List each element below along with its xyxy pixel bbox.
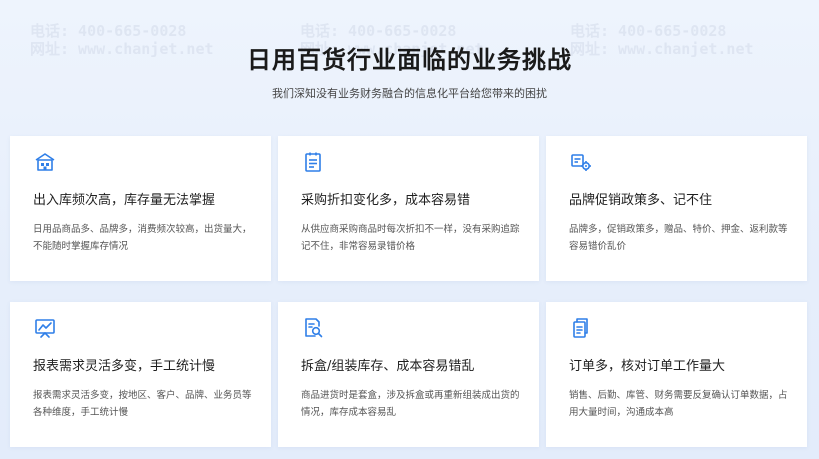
card-description: 从供应商采购商品时每次折扣不一样，没有采购追踪记不住，非常容易录错价格 [301,224,520,252]
card-description: 日用品商品多、品牌多，消费频次较高，出货量大，不能随时掌握库存情况 [33,224,252,252]
challenge-card: 出入库频次高，库存量无法掌握 日用品商品多、品牌多，消费频次较高，出货量大，不能… [10,136,271,281]
card-title: 报表需求灵活多变，手工统计慢 [33,359,216,374]
card-description: 销售、后勤、库管、财务需要反复确认订单数据，占用大量时间，沟通成本高 [569,390,788,418]
card-title: 采购折扣变化多，成本容易错 [301,193,471,208]
order-doc-icon [569,316,593,340]
watermark-phone: 电话: 400-665-0028 [30,22,187,40]
document-list-icon [301,150,325,174]
card-title: 出入库频次高，库存量无法掌握 [33,193,216,208]
brand-gear-icon [569,150,593,174]
card-title: 拆盒/组装库存、成本容易错乱 [301,359,475,374]
page-subtitle: 我们深知没有业务财务融合的信息化平台给您带来的困扰 [272,87,547,100]
card-title: 订单多，核对订单工作量大 [569,359,726,374]
challenge-card: 报表需求灵活多变，手工统计慢 报表需求灵活多变，按地区、客户、品牌、业务员等各种… [10,302,271,447]
challenge-card: 订单多，核对订单工作量大 销售、后勤、库管、财务需要反复确认订单数据，占用大量时… [546,302,807,447]
watermark-phone: 电话: 400-665-0028 [300,22,457,40]
search-doc-icon [301,316,325,340]
card-description: 商品进货时是套盒，涉及拆盒或再重新组装成出货的情况，库存成本容易乱 [301,390,520,418]
challenge-card: 采购折扣变化多，成本容易错 从供应商采购商品时每次折扣不一样，没有采购追踪记不住… [278,136,539,281]
card-description: 报表需求灵活多变，按地区、客户、品牌、业务员等各种维度，手工统计慢 [33,390,252,418]
chart-board-icon [33,316,57,340]
challenge-card: 品牌促销政策多、记不住 品牌多，促销政策多，赠品、特价、押金、返利款等容易错价乱… [546,136,807,281]
challenge-card: 拆盒/组装库存、成本容易错乱 商品进货时是套盒，涉及拆盒或再重新组装成出货的情况… [278,302,539,447]
page-title: 日用百货行业面临的业务挑战 [247,46,572,74]
card-title: 品牌促销政策多、记不住 [569,193,713,208]
watermark-phone: 电话: 400-665-0028 [570,22,727,40]
card-description: 品牌多，促销政策多，赠品、特价、押金、返利款等容易错价乱价 [569,224,788,252]
warehouse-icon [33,150,57,174]
